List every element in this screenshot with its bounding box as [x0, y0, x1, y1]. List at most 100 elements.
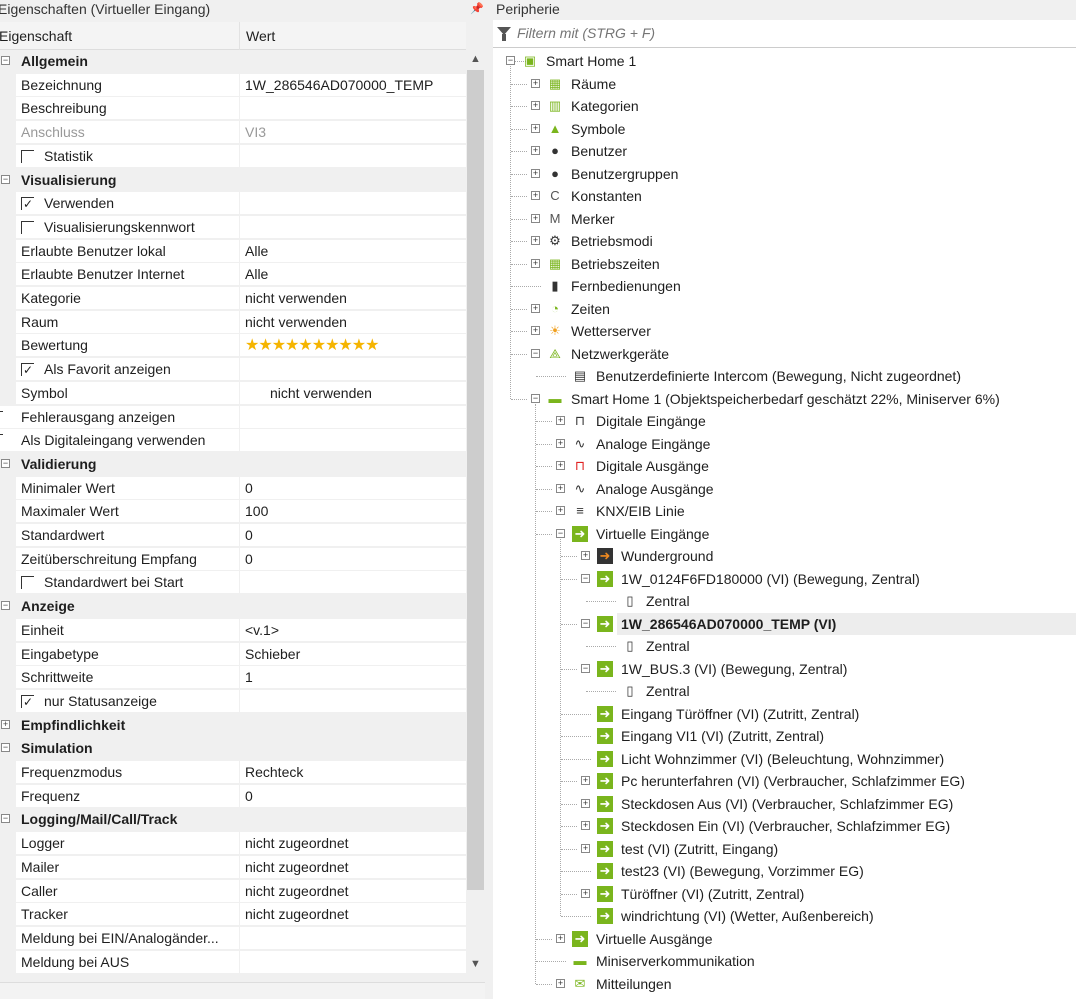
expand-icon[interactable]: + [531, 236, 540, 245]
checkbox[interactable] [21, 220, 34, 234]
tree-item[interactable]: + ◔ Zeiten [493, 298, 1076, 320]
property-value[interactable]: 0 [245, 527, 253, 543]
tree-item[interactable]: + ▥ Kategorien [493, 95, 1076, 117]
value-cell[interactable]: 0 [240, 784, 466, 808]
value-cell[interactable] [240, 97, 466, 121]
property-value[interactable]: 0 [245, 788, 253, 804]
expand-icon[interactable]: + [531, 168, 540, 178]
collapse-icon[interactable]: − [1, 601, 10, 611]
property-value[interactable]: ★★★★★★★★★★ [245, 337, 379, 354]
value-cell[interactable] [240, 192, 466, 216]
collapse-icon[interactable]: − [531, 393, 540, 403]
property-row[interactable]: Frequenzmodus Rechteck [0, 761, 466, 785]
property-row[interactable]: Kategorie nicht verwenden [0, 287, 466, 311]
expand-icon[interactable]: + [581, 821, 590, 830]
collapse-icon[interactable]: − [581, 663, 590, 673]
tree-item[interactable]: + ▲ Symbole [493, 118, 1076, 140]
expand-icon[interactable]: + [556, 933, 565, 943]
collapse-icon[interactable]: − [1, 458, 10, 468]
tree-item[interactable]: + ➜ Virtuelle Ausgänge [493, 928, 1076, 950]
property-row[interactable]: Standardwert bei Start [0, 571, 466, 595]
property-row[interactable]: Erlaubte Benutzer Internet Alle [0, 263, 466, 287]
expand-icon[interactable]: + [556, 461, 565, 470]
property-row[interactable]: Beschreibung [0, 97, 466, 121]
value-cell[interactable]: Alle [240, 239, 466, 263]
property-row[interactable]: Logger nicht zugeordnet [0, 832, 466, 856]
value-cell[interactable]: nicht verwenden [240, 287, 466, 310]
tree-item[interactable]: + M Merker [493, 208, 1076, 230]
property-value[interactable]: 1W_286546AD070000_TEMP [245, 77, 433, 93]
property-row[interactable]: Symbol nicht verwenden [0, 381, 466, 406]
property-row[interactable]: ✓ nur Statusanzeige [0, 689, 466, 714]
checkbox[interactable]: ✓ [21, 197, 34, 211]
value-cell[interactable]: nicht zugeordnet [240, 879, 466, 903]
tree-item[interactable]: ▮ Fernbedienungen [493, 275, 1076, 297]
section-empfindlichkeit[interactable]: + Empfindlichkeit [0, 713, 466, 738]
value-cell[interactable]: 0 [240, 476, 466, 500]
collapse-icon[interactable]: − [556, 528, 565, 538]
value-cell[interactable]: 100 [240, 500, 466, 524]
property-value[interactable]: nicht zugeordnet [245, 835, 349, 851]
property-row[interactable]: Bewertung ★★★★★★★★★★ [0, 334, 466, 358]
expand-icon[interactable]: + [581, 843, 590, 853]
collapse-icon[interactable]: − [1, 56, 10, 65]
expand-icon[interactable]: + [556, 483, 565, 493]
tree-item[interactable]: ➜ Eingang VI1 (VI) (Zutritt, Zentral) [493, 725, 1076, 747]
property-row[interactable]: Raum nicht verwenden [0, 310, 466, 335]
tree-item[interactable]: ➜ test23 (VI) (Bewegung, Vorzimmer EG) [493, 860, 1076, 882]
property-value[interactable]: nicht zugeordnet [245, 883, 349, 899]
value-cell[interactable] [240, 358, 466, 382]
property-value[interactable]: 100 [245, 503, 268, 519]
scroll-up-icon[interactable]: ▲ [470, 53, 481, 65]
value-cell[interactable] [240, 215, 466, 239]
expand-icon[interactable]: + [531, 78, 540, 88]
tree-item[interactable]: + ∿ Analoge Ausgänge [493, 478, 1076, 500]
value-cell[interactable]: nicht verwenden [240, 310, 466, 334]
expand-icon[interactable]: + [556, 978, 565, 988]
tree-item[interactable]: + ● Benutzer [493, 140, 1076, 162]
value-cell[interactable]: 1W_286546AD070000_TEMP [240, 73, 466, 97]
tree-item[interactable]: − ➜ 1W_286546AD070000_TEMP (VI) [561, 612, 1076, 635]
tree-item[interactable]: ➜ Licht Wohnzimmer (VI) (Beleuchtung, Woh… [493, 748, 1076, 770]
expand-icon[interactable]: + [531, 101, 540, 110]
expand-icon[interactable]: + [531, 258, 540, 268]
expand-icon[interactable]: + [581, 776, 590, 785]
column-divider[interactable] [239, 22, 240, 50]
scroll-thumb[interactable] [467, 70, 484, 890]
property-row[interactable]: Maximaler Wert 100 [0, 500, 466, 524]
value-cell[interactable]: nicht zugeordnet [240, 855, 466, 879]
filter-input[interactable] [517, 25, 917, 41]
col-property[interactable]: Eigenschaft [0, 28, 72, 44]
tree-item[interactable]: + ∿ Analoge Eingänge [493, 433, 1076, 455]
section-allgemein[interactable]: − Allgemein [0, 50, 466, 74]
tree-item[interactable]: + ⊓ Digitale Eingänge [493, 410, 1076, 432]
value-cell[interactable]: nicht zugeordnet [240, 832, 466, 856]
tree-item[interactable]: ➜ windrichtung (VI) (Wetter, Außenbereich… [493, 905, 1076, 927]
tree-item[interactable]: + ➜ Pc herunterfahren (VI) (Verbraucher, S… [493, 770, 1076, 792]
pin-icon[interactable]: 📌 [470, 2, 484, 15]
property-row[interactable]: Visualisierungskennwort [0, 215, 466, 240]
section-anzeige[interactable]: − Anzeige [0, 595, 466, 619]
expand-icon[interactable]: + [531, 326, 540, 335]
scroll-down-icon[interactable]: ▼ [470, 958, 481, 970]
property-row[interactable]: Minimaler Wert 0 [0, 476, 466, 501]
tree-item[interactable]: + ➜ test (VI) (Zutritt, Eingang) [493, 838, 1076, 860]
checkbox[interactable] [21, 149, 34, 163]
value-cell[interactable] [240, 405, 466, 429]
value-cell[interactable]: Rechteck [240, 761, 466, 784]
tree-item[interactable]: − ▣ Smart Home 1 [493, 50, 1076, 72]
value-cell[interactable] [240, 926, 466, 950]
property-row[interactable]: Fehlerausgang anzeigen [0, 405, 466, 430]
tree-item[interactable]: + ▦ Betriebszeiten [493, 253, 1076, 275]
section-visualisierung[interactable]: − Visualisierung [0, 168, 466, 193]
property-value[interactable]: Schieber [245, 646, 300, 662]
tree-item[interactable]: − ➜ Virtuelle Eingänge [493, 523, 1076, 545]
property-row[interactable]: Bezeichnung 1W_286546AD070000_TEMP [0, 73, 466, 98]
tree-item[interactable]: + ☀ Wetterserver [493, 320, 1076, 342]
tree-item[interactable]: ➜ Eingang Türöffner (VI) (Zutritt, Zentra… [493, 703, 1076, 725]
expand-icon[interactable]: + [556, 416, 565, 425]
value-cell[interactable]: 0 [240, 524, 466, 547]
tree-item[interactable]: + ⊓ Digitale Ausgänge [493, 455, 1076, 477]
tree-item[interactable]: − ▬ Smart Home 1 (Objektspeicherbedarf ges… [493, 388, 1076, 410]
property-row[interactable]: Caller nicht zugeordnet [0, 879, 466, 904]
